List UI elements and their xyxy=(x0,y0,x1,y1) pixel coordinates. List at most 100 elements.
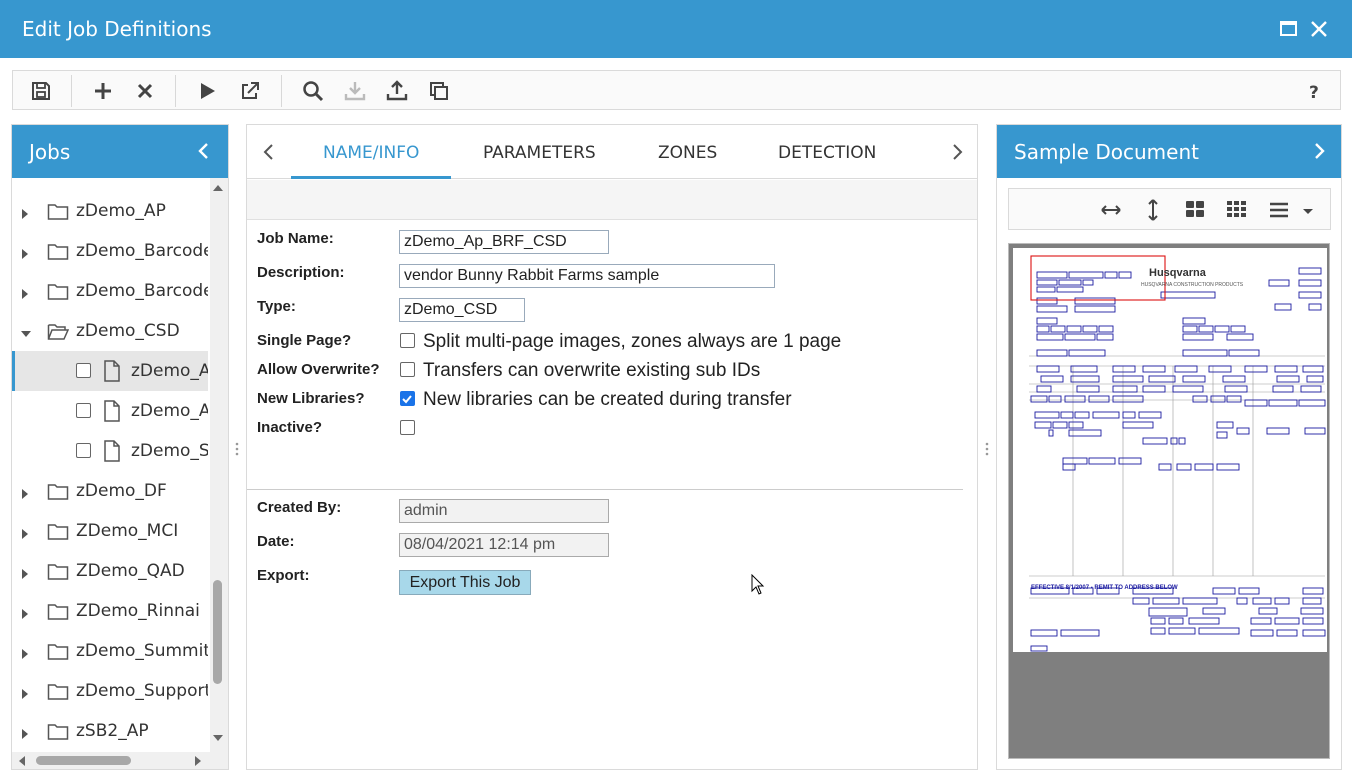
help-icon[interactable]: ? xyxy=(1303,79,1327,103)
jobs-panel-header: Jobs xyxy=(12,125,228,178)
collapse-right-icon[interactable] xyxy=(1309,141,1329,161)
tab-parameters[interactable]: PARAMETERS xyxy=(483,143,596,163)
left-splitter-handle[interactable] xyxy=(235,440,239,460)
export-job-button[interactable]: Export This Job xyxy=(399,570,531,595)
fit-width-icon[interactable] xyxy=(1099,198,1123,222)
tree-item-job[interactable]: zDemo_Sx xyxy=(12,431,208,471)
expand-arrow-icon[interactable] xyxy=(20,645,30,659)
tree-item-zdemo-barcode-2[interactable]: zDemo_Barcode_ xyxy=(12,271,208,311)
job-checkbox[interactable] xyxy=(76,403,91,418)
tree-item-zdemo-df[interactable]: zDemo_DF xyxy=(12,471,208,511)
export-icon[interactable] xyxy=(385,79,409,103)
form-divider xyxy=(247,489,963,490)
document-page[interactable]: Husqvarna HUSQVARNA CONSTRUCTION PRODUCT… xyxy=(1013,248,1327,652)
single-page-checkbox[interactable] xyxy=(400,333,415,348)
zone-overlay xyxy=(1029,255,1326,652)
job-checkbox[interactable] xyxy=(76,443,91,458)
tab-scroll-right-icon[interactable] xyxy=(947,142,967,162)
date-label: Date: xyxy=(257,533,295,550)
tree-item-label: ZDemo_QAD xyxy=(76,561,185,581)
tab-scroll-left-icon[interactable] xyxy=(259,142,279,162)
tab-zones[interactable]: ZONES xyxy=(658,143,717,163)
job-name-input[interactable] xyxy=(399,230,609,254)
maximize-icon[interactable] xyxy=(1278,18,1300,40)
jobs-panel-title: Jobs xyxy=(29,140,71,164)
tree-item-zdemo-summit[interactable]: zDemo_Summit xyxy=(12,631,208,671)
tab-name-info[interactable]: NAME/INFO xyxy=(323,143,419,163)
scrollbar-thumb[interactable] xyxy=(36,756,131,765)
tree-item-zdemo-ap[interactable]: zDemo_AP xyxy=(12,191,208,231)
tree-item-zsb2-ap[interactable]: zSB2_AP xyxy=(12,711,208,751)
tree-horizontal-scrollbar[interactable] xyxy=(12,752,228,769)
close-icon[interactable] xyxy=(1308,18,1330,40)
folder-icon xyxy=(47,601,69,621)
folder-icon xyxy=(47,681,69,701)
tree-item-label: zDemo_Barcode_ xyxy=(76,281,208,301)
scroll-up-icon[interactable] xyxy=(212,184,224,192)
collapse-arrow-icon[interactable] xyxy=(20,325,31,337)
jobs-panel: Jobs zDemo_AP zDemo_Barcode zDemo_Barcod… xyxy=(11,124,229,770)
expand-arrow-icon[interactable] xyxy=(20,725,30,739)
tree-vertical-scrollbar[interactable] xyxy=(210,178,228,752)
job-checkbox[interactable] xyxy=(76,363,91,378)
expand-arrow-icon[interactable] xyxy=(20,525,30,539)
scrollbar-thumb[interactable] xyxy=(213,580,222,684)
date-field xyxy=(399,533,609,557)
expand-arrow-icon[interactable] xyxy=(20,205,30,219)
delete-icon[interactable] xyxy=(133,79,157,103)
tree-item-hidden xyxy=(12,178,208,191)
tree-item-zdemo-mci[interactable]: ZDemo_MCI xyxy=(12,511,208,551)
grid-3x3-icon[interactable] xyxy=(1225,198,1249,222)
allow-overwrite-checkbox[interactable] xyxy=(400,362,415,377)
type-input[interactable] xyxy=(399,298,525,322)
search-icon[interactable] xyxy=(301,79,325,103)
tab-detection[interactable]: DETECTION xyxy=(778,143,876,163)
tree-item-label: zDemo_Summit xyxy=(76,641,208,661)
open-external-icon[interactable] xyxy=(238,79,262,103)
document-viewer[interactable]: Husqvarna HUSQVARNA CONSTRUCTION PRODUCT… xyxy=(1008,243,1330,759)
right-splitter-handle[interactable] xyxy=(985,440,989,460)
created-by-field xyxy=(399,499,609,523)
job-editor-panel: NAME/INFO PARAMETERS ZONES DETECTION Job… xyxy=(246,124,978,770)
folder-icon xyxy=(47,241,69,261)
document-icon xyxy=(103,360,121,382)
add-icon[interactable] xyxy=(91,79,115,103)
tree-item-job[interactable]: zDemo_Ap xyxy=(12,391,208,431)
scroll-left-icon[interactable] xyxy=(18,755,26,767)
collapse-left-icon[interactable] xyxy=(194,141,214,161)
tree-item-zdemo-support[interactable]: zDemo_Support xyxy=(12,671,208,711)
tree-item-job-selected[interactable]: zDemo_Ap xyxy=(12,351,208,391)
tab-bar: NAME/INFO PARAMETERS ZONES DETECTION xyxy=(247,125,977,179)
type-label: Type: xyxy=(257,298,296,315)
expand-arrow-icon[interactable] xyxy=(20,565,30,579)
expand-arrow-icon[interactable] xyxy=(20,285,30,299)
folder-icon xyxy=(47,561,69,581)
tree-item-zdemo-rinnai[interactable]: ZDemo_Rinnai xyxy=(12,591,208,631)
document-subtitle-text: HUSQVARNA CONSTRUCTION PRODUCTS xyxy=(1141,282,1244,288)
save-icon[interactable] xyxy=(29,79,53,103)
inactive-checkbox[interactable] xyxy=(400,420,415,435)
dropdown-caret-icon[interactable] xyxy=(1301,198,1315,222)
scroll-down-icon[interactable] xyxy=(212,734,224,742)
folder-icon xyxy=(47,521,69,541)
new-libraries-checkbox[interactable] xyxy=(400,391,415,406)
copy-icon[interactable] xyxy=(427,79,451,103)
grid-2x2-icon[interactable] xyxy=(1183,198,1207,222)
created-by-label: Created By: xyxy=(257,499,342,516)
fit-height-icon[interactable] xyxy=(1141,198,1165,222)
tree-item-zdemo-barcode[interactable]: zDemo_Barcode xyxy=(12,231,208,271)
allow-overwrite-label: Allow Overwrite? xyxy=(257,361,380,378)
tree-item-zdemo-qad[interactable]: ZDemo_QAD xyxy=(12,551,208,591)
list-menu-icon[interactable] xyxy=(1267,198,1291,222)
scroll-right-icon[interactable] xyxy=(194,755,202,767)
run-icon[interactable] xyxy=(195,79,219,103)
folder-icon xyxy=(47,481,69,501)
tree-item-zdemo-csd[interactable]: zDemo_CSD xyxy=(12,311,208,351)
expand-arrow-icon[interactable] xyxy=(20,685,30,699)
expand-arrow-icon[interactable] xyxy=(20,245,30,259)
expand-arrow-icon[interactable] xyxy=(20,605,30,619)
expand-arrow-icon[interactable] xyxy=(20,485,30,499)
description-input[interactable] xyxy=(399,264,775,288)
import-icon xyxy=(343,79,367,103)
check-icon xyxy=(402,395,412,404)
